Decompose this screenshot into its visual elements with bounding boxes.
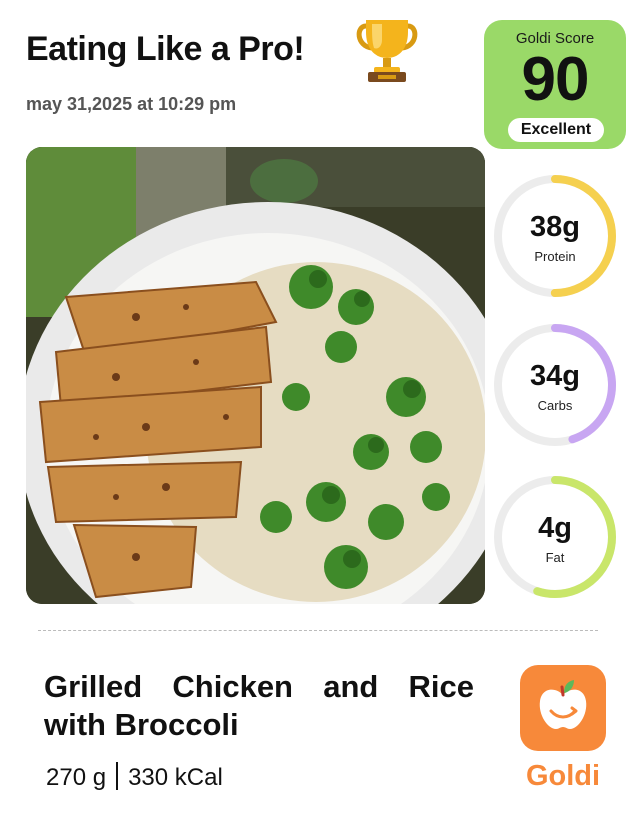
meal-meta: 270 g 330 kCal bbox=[46, 762, 223, 792]
meal-name: Grilled Chicken and Rice with Broccoli bbox=[44, 669, 474, 742]
section-divider bbox=[38, 630, 598, 631]
fat-value: 4g bbox=[538, 512, 572, 544]
carbs-label: Carbs bbox=[537, 398, 573, 413]
meal-timestamp: may 31,2025 at 10:29 pm bbox=[26, 94, 237, 114]
meal-weight: 270 g bbox=[46, 764, 107, 791]
protein-label: Protein bbox=[534, 249, 576, 264]
trophy-icon bbox=[356, 20, 418, 82]
fat-label: Fat bbox=[545, 550, 565, 565]
goldi-score-card[interactable]: Goldi Score 90 Excellent bbox=[484, 20, 626, 149]
macro-fat: 4g Fat bbox=[492, 474, 618, 600]
macro-carbs: 34g Carbs bbox=[492, 322, 618, 448]
score-badge: Excellent bbox=[508, 118, 604, 142]
carbs-value: 34g bbox=[530, 360, 580, 392]
page-title: Eating Like a Pro! bbox=[26, 30, 305, 68]
app-name: Goldi bbox=[525, 760, 601, 792]
apple-icon bbox=[539, 680, 587, 729]
macro-protein: 38g Protein bbox=[492, 173, 618, 299]
app-logo[interactable] bbox=[520, 665, 606, 751]
meal-photo bbox=[26, 147, 485, 604]
score-value: 90 bbox=[521, 45, 590, 114]
protein-value: 38g bbox=[530, 211, 580, 243]
meta-separator bbox=[116, 762, 119, 790]
meal-calories: 330 kCal bbox=[128, 764, 223, 791]
